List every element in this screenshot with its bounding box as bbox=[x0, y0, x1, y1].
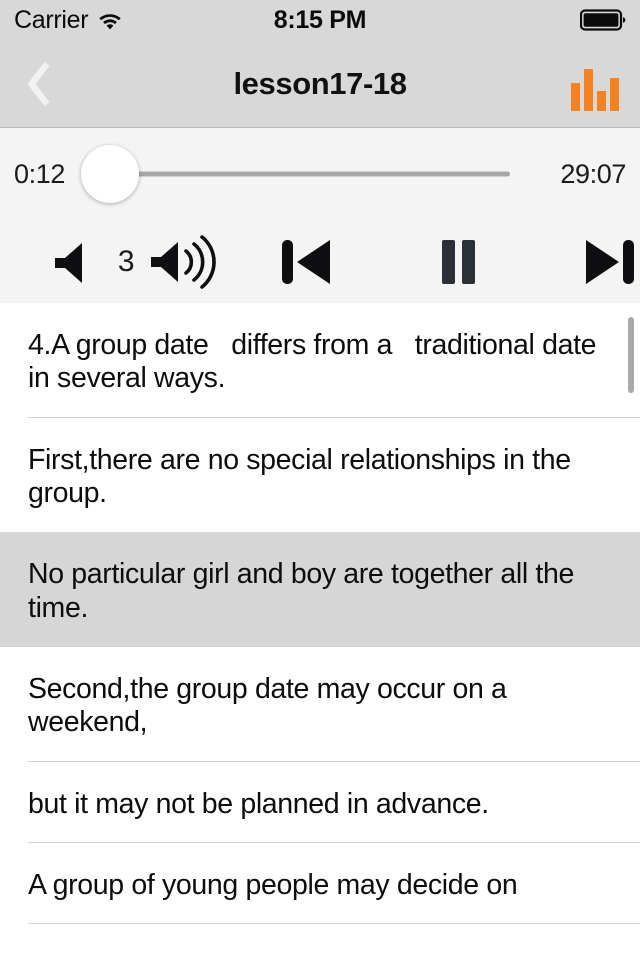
transcript-text: 4.A group date differs from a traditiona… bbox=[28, 329, 619, 395]
transcript-text: A group of young people may decide on bbox=[28, 869, 518, 902]
equalizer-bar bbox=[584, 68, 593, 111]
transcript-row[interactable]: A group of young people may decide on bbox=[0, 843, 640, 925]
transcript-row[interactable]: Second,the group date may occur on a wee… bbox=[0, 647, 640, 762]
equalizer-bar bbox=[571, 82, 580, 111]
page-title: lesson17-18 bbox=[233, 65, 407, 101]
progress-thumb[interactable] bbox=[81, 145, 140, 203]
progress-slider[interactable] bbox=[81, 145, 510, 203]
volume-level-label: 3 bbox=[117, 244, 135, 278]
progress-track bbox=[98, 171, 510, 177]
back-button[interactable] bbox=[0, 40, 74, 128]
progress-row: 0:12 29:07 bbox=[0, 128, 640, 220]
transcript-text: No particular girl and boy are together … bbox=[28, 558, 582, 624]
status-bar-right bbox=[579, 9, 626, 31]
transcript-text: Second,the group date may occur on a wee… bbox=[28, 673, 515, 739]
transcript-text: First,there are no special relationships… bbox=[28, 443, 579, 510]
skip-next-icon[interactable] bbox=[568, 231, 640, 293]
chevron-left-icon bbox=[24, 61, 50, 106]
equalizer-bar bbox=[597, 90, 606, 111]
transcript-row[interactable]: First,there are no special relationships… bbox=[0, 417, 640, 533]
wifi-icon bbox=[97, 10, 123, 30]
transcript-list[interactable]: 4.A group date differs from a traditiona… bbox=[0, 303, 640, 960]
row-separator bbox=[28, 923, 640, 925]
scrollbar-thumb[interactable] bbox=[628, 317, 634, 393]
app-screen: Carrier 8:15 PM lesson17-18 0:12 29:07 3… bbox=[0, 0, 640, 960]
status-bar: Carrier 8:15 PM bbox=[0, 0, 640, 40]
navigation-bar: lesson17-18 bbox=[0, 40, 640, 128]
equalizer-bar bbox=[610, 77, 619, 111]
volume-group: 3 bbox=[48, 231, 222, 293]
battery-full-icon bbox=[579, 9, 626, 31]
equalizer-icon[interactable] bbox=[568, 57, 622, 111]
transcript-row[interactable]: 4.A group date differs from a traditiona… bbox=[0, 303, 640, 418]
transcript-row[interactable]: but it may not be planned in advance. bbox=[0, 761, 640, 844]
audio-player: 0:12 29:07 3 bbox=[0, 128, 640, 303]
volume-down-icon[interactable] bbox=[48, 232, 104, 292]
skip-previous-icon[interactable] bbox=[264, 231, 348, 293]
transport-controls: 3 bbox=[0, 220, 640, 303]
volume-up-icon[interactable] bbox=[148, 231, 222, 293]
transcript-row-active[interactable]: No particular girl and boy are together … bbox=[0, 532, 640, 648]
carrier-label: Carrier bbox=[14, 5, 89, 34]
status-bar-left: Carrier bbox=[14, 6, 123, 35]
total-time-label: 29:07 bbox=[560, 158, 626, 189]
transcript-text: but it may not be planned in advance. bbox=[28, 787, 489, 820]
pause-icon[interactable] bbox=[416, 231, 500, 293]
